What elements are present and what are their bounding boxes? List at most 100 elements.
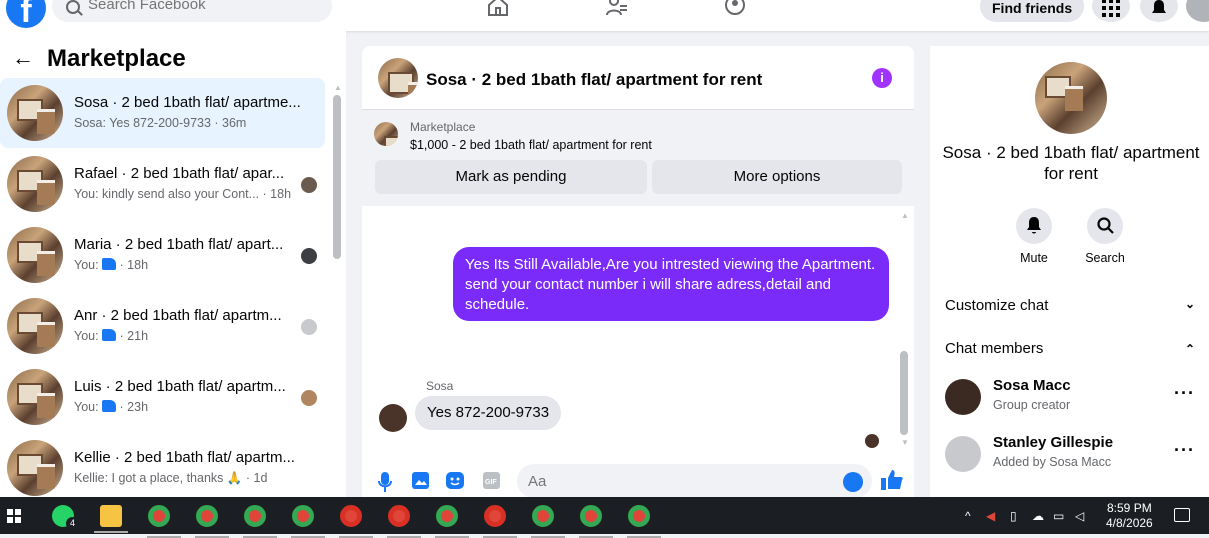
conversation-preview: Kellie: I got a place, thanks 🙏 · 1d [74,471,268,485]
incoming-message-bubble: Yes 872-200-9733 [415,396,562,430]
friends-icon[interactable] [605,0,629,16]
chrome-icon[interactable] [387,505,421,538]
emoji-icon[interactable] [843,472,863,492]
search-input[interactable] [88,0,318,13]
conversation-preview: You: · 21h [74,329,148,343]
info-icon[interactable]: i [872,68,892,88]
listing-thumbnail [374,122,398,146]
cloud-icon[interactable]: ☁ [1032,509,1044,523]
search-button[interactable] [1087,208,1123,244]
chrome-icon[interactable] [531,505,565,538]
system-clock[interactable]: 8:59 PM 4/8/2026 [1106,501,1153,531]
gif-icon[interactable]: GIF [483,472,500,489]
mute-button[interactable] [1016,208,1052,244]
conversation-title: Rafael · 2 bed 1bath flat/ apar... [74,165,285,182]
customize-chat-section[interactable]: Customize chat ⌄ [945,297,1195,314]
listing-thumbnail [7,298,63,354]
conversation-item[interactable]: Luis · 2 bed 1bath flat/ apartm... You: … [0,362,325,432]
sender-avatar[interactable] [379,404,407,432]
listing-thumbnail [7,156,63,212]
conversation-item[interactable]: Maria · 2 bed 1bath flat/ apart... You: … [0,220,325,290]
thumbs-up-icon [102,258,117,270]
member-name: Sosa Macc [993,377,1071,394]
chrome-icon[interactable] [435,505,469,538]
profile-avatar[interactable] [1186,0,1209,22]
chrome-icon[interactable] [291,505,325,538]
groups-icon[interactable] [723,0,747,16]
file-explorer-icon[interactable] [94,505,128,533]
chrome-icon[interactable] [243,505,277,538]
windows-taskbar: 4 ^ ◀ ▯ ☁ ▭ ◁ 8:59 PM 4/8/2026 [0,497,1209,538]
search-box[interactable] [52,0,332,22]
message-composer: GIF [362,458,914,497]
facebook-logo-icon[interactable]: f [6,0,46,30]
seen-receipt-avatar [865,434,879,448]
scroll-up-arrow-icon[interactable]: ▲ [901,211,909,220]
read-receipt-avatar [301,319,317,335]
conversation-item[interactable]: Sosa · 2 bed 1bath flat/ apartme... Sosa… [0,78,325,148]
top-navigation-bar: f Find friends [0,0,1209,31]
home-icon[interactable] [486,0,510,16]
scroll-down-arrow-icon[interactable]: ▼ [901,438,909,447]
conversation-preview: You: · 18h [74,258,148,272]
outgoing-message-bubble: Yes Its Still Available,Are you intreste… [453,247,889,321]
svg-text:GIF: GIF [485,479,497,486]
show-hidden-icons-icon[interactable]: ^ [965,509,971,523]
conversation-list-scrollbar[interactable] [333,95,341,259]
more-options-icon[interactable]: ··· [1174,383,1195,404]
listing-thumbnail [7,227,63,283]
chevron-down-icon: ⌄ [1184,297,1195,311]
chat-title[interactable]: Sosa · 2 bed 1bath flat/ apartment for r… [426,70,762,90]
whatsapp-icon[interactable]: 4 [52,505,79,530]
chrome-icon[interactable] [147,505,181,538]
chrome-icon[interactable] [483,505,517,538]
chrome-icon[interactable] [195,505,229,538]
read-receipt-avatar [301,390,317,406]
more-options-icon[interactable]: ··· [1174,440,1195,461]
conversation-title: Luis · 2 bed 1bath flat/ apartm... [74,378,286,395]
thumbs-up-icon[interactable] [881,470,903,490]
conversation-item[interactable]: Rafael · 2 bed 1bath flat/ apar... You: … [0,149,325,219]
chrome-icon[interactable] [579,505,613,538]
microphone-icon[interactable] [378,472,392,492]
message-input[interactable] [517,464,872,497]
chat-details-name: Sosa · 2 bed 1bath flat/ apartment for r… [942,143,1200,183]
notification-center-icon[interactable] [1174,508,1190,522]
chat-details-panel: Sosa · 2 bed 1bath flat/ apartment for r… [930,46,1209,497]
back-arrow-icon[interactable]: ← [12,45,34,71]
marketplace-listing-card: Marketplace $1,000 - 2 bed 1bath flat/ a… [362,110,914,206]
menu-grid-button[interactable] [1092,0,1130,22]
photo-icon[interactable] [412,472,429,489]
sticker-icon[interactable] [446,472,464,489]
chrome-icon[interactable] [627,505,661,538]
search-action[interactable]: Search [1070,208,1140,265]
customize-chat-label: Customize chat [945,297,1049,314]
chat-scrollbar[interactable] [900,351,908,435]
notifications-button[interactable] [1140,0,1178,22]
conversation-preview: You: kindly send also your Cont... · 18h [74,187,292,201]
listing-price-title[interactable]: $1,000 - 2 bed 1bath flat/ apartment for… [410,138,652,152]
volume-icon[interactable]: ◁ [1075,509,1084,523]
listing-thumbnail [7,369,63,425]
windows-start-icon[interactable] [7,509,21,523]
mark-as-pending-button[interactable]: Mark as pending [375,160,647,194]
preview-prefix: You: [74,400,99,414]
member-row[interactable]: Sosa Macc Group creator ··· [945,377,1195,419]
preview-time: · 21h [119,329,149,343]
conversation-item[interactable]: Kellie · 2 bed 1bath flat/ apartm... Kel… [0,433,325,497]
find-friends-button[interactable]: Find friends [980,0,1085,22]
alert-icon[interactable]: ◀ [986,509,995,523]
scroll-up-arrow-icon[interactable]: ▲ [334,83,342,92]
conversation-item[interactable]: Anr · 2 bed 1bath flat/ apartm... You: ·… [0,291,325,361]
member-row[interactable]: Stanley Gillespie Added by Sosa Macc ··· [945,434,1195,476]
network-icon[interactable]: ▭ [1053,509,1064,523]
chrome-icon[interactable] [339,505,373,538]
mute-action[interactable]: Mute [999,208,1069,265]
chat-avatar[interactable] [378,58,418,98]
read-receipt-avatar [301,248,317,264]
battery-icon[interactable]: ▯ [1010,509,1017,523]
chat-header: Sosa · 2 bed 1bath flat/ apartment for r… [362,46,914,110]
more-options-button[interactable]: More options [652,160,902,194]
search-icon [1097,217,1114,234]
chat-members-section[interactable]: Chat members ⌃ [945,340,1195,357]
